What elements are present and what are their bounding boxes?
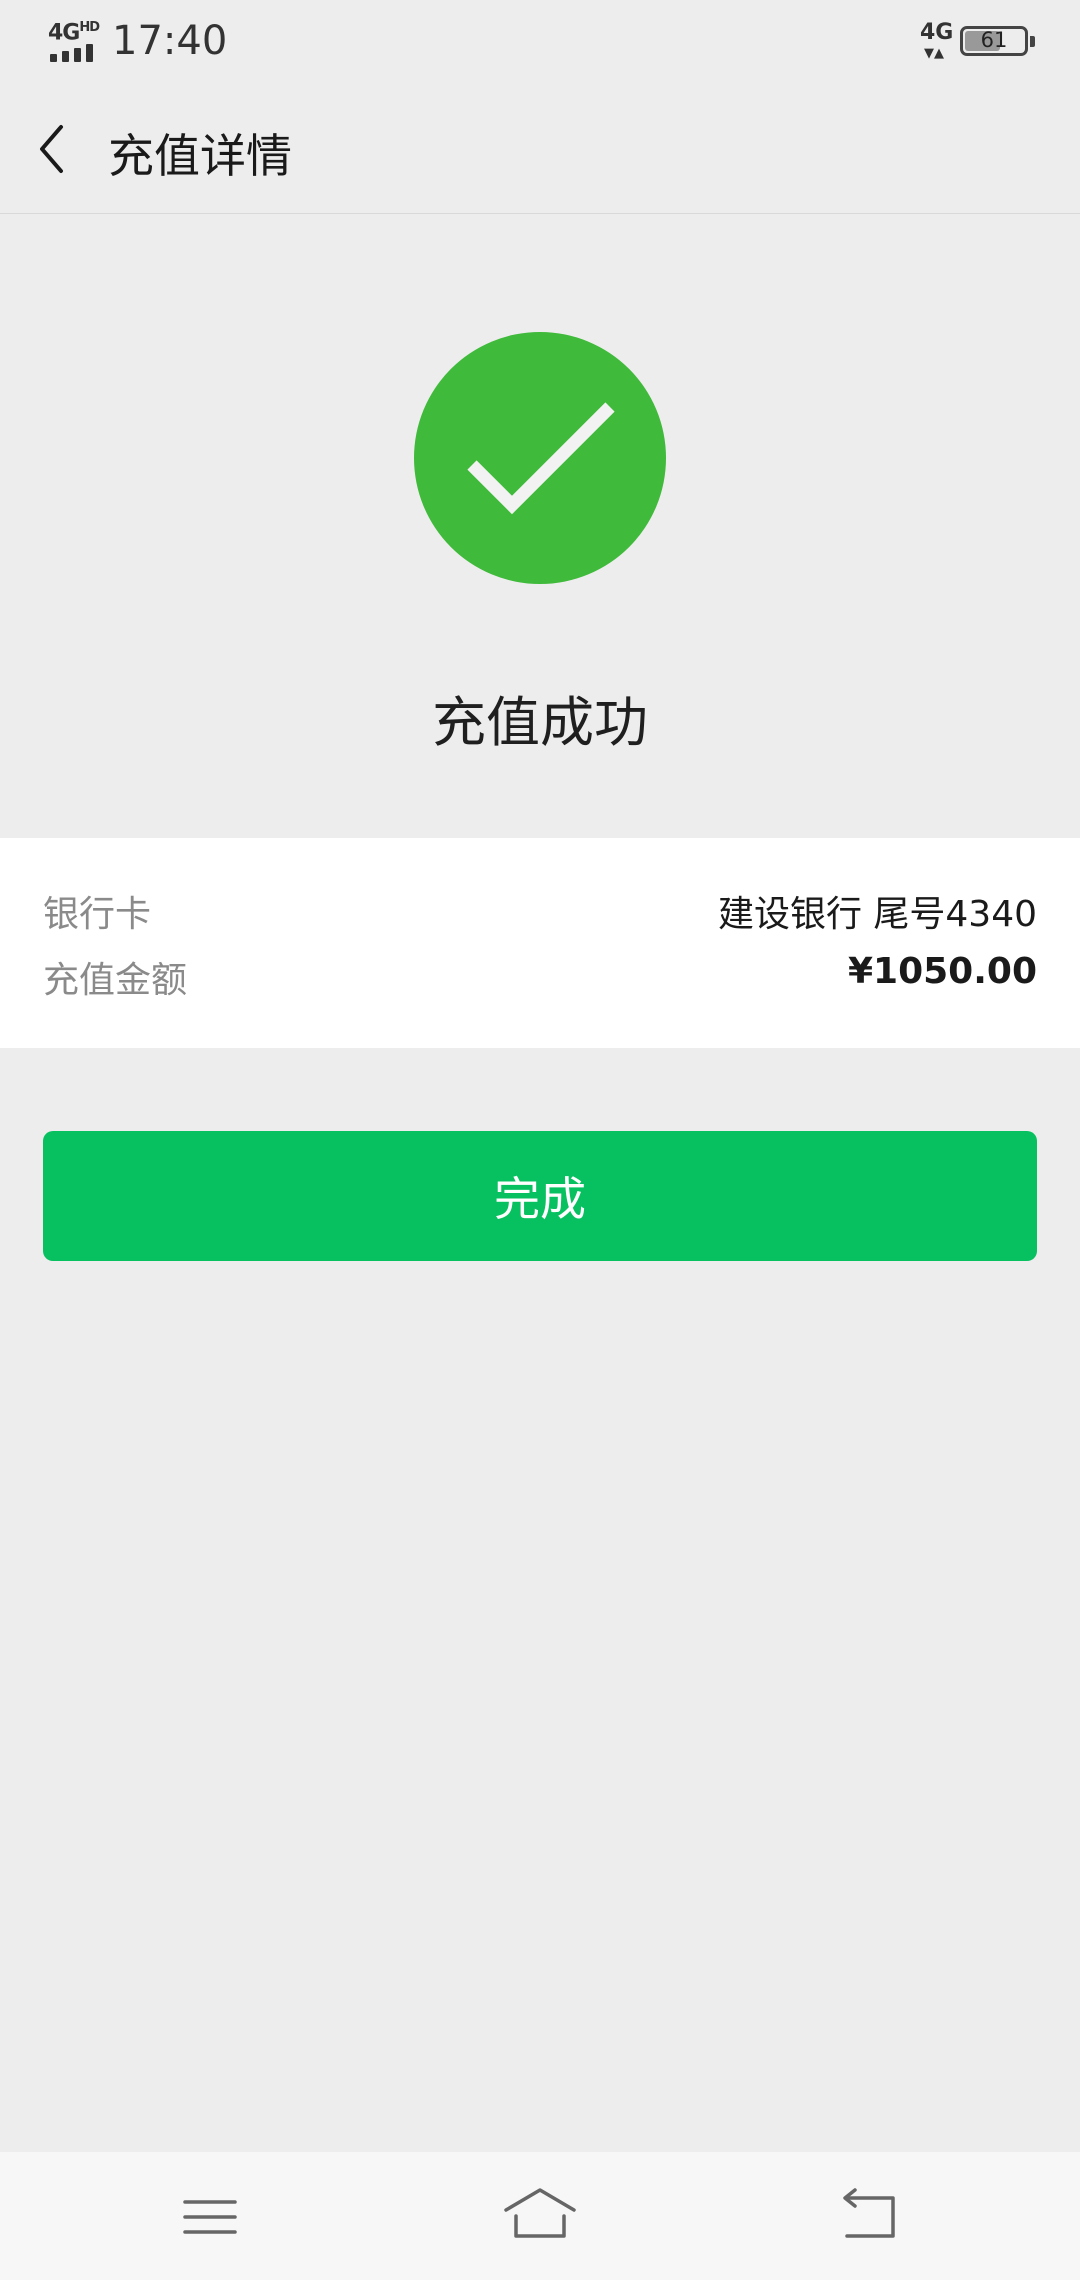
status-bar: 4GHD 17:40 4G ▼▲ 61 — [0, 0, 1080, 84]
battery-level: 61 — [980, 28, 1008, 52]
menu-icon — [183, 2200, 237, 2234]
amount-value: ¥1050.00 — [847, 951, 1037, 992]
menu-button[interactable] — [175, 2182, 245, 2252]
nav-bar: 充值详情 — [0, 84, 1080, 214]
success-check-icon — [414, 332, 666, 584]
back-button[interactable] — [28, 114, 98, 184]
battery-icon: 61 — [960, 26, 1035, 56]
system-nav-bar — [0, 2152, 1080, 2280]
system-back-button[interactable] — [835, 2182, 905, 2252]
back-icon — [843, 2188, 895, 2238]
home-icon — [504, 2188, 576, 2238]
data-network-icon: 4G ▼▲ — [920, 20, 954, 61]
detail-row-amount: 充值金额 ¥1050.00 — [0, 945, 1080, 1005]
network-type-label: 4GHD — [48, 20, 100, 46]
data-network-label: 4G — [920, 20, 954, 45]
bank-card-label: 银行卡 — [43, 894, 152, 935]
done-button[interactable]: 完成 — [43, 1131, 1037, 1261]
status-time: 17:40 — [112, 18, 228, 64]
home-button[interactable] — [500, 2178, 580, 2254]
amount-label: 充值金额 — [43, 960, 188, 1001]
cellular-signal-icon: 4GHD — [48, 20, 100, 64]
bank-card-value: 建设银行 尾号4340 — [717, 894, 1037, 935]
screen: 4GHD 17:40 4G ▼▲ 61 充值详情 充值成功 银行卡 建设银行 尾… — [0, 0, 1080, 2280]
result-title: 充值成功 — [432, 691, 648, 754]
details-card: 银行卡 建设银行 尾号4340 充值金额 ¥1050.00 — [0, 838, 1080, 1048]
chevron-left-icon — [40, 125, 63, 173]
detail-row-bank-card: 银行卡 建设银行 尾号4340 — [0, 879, 1080, 939]
page-title: 充值详情 — [108, 129, 292, 183]
